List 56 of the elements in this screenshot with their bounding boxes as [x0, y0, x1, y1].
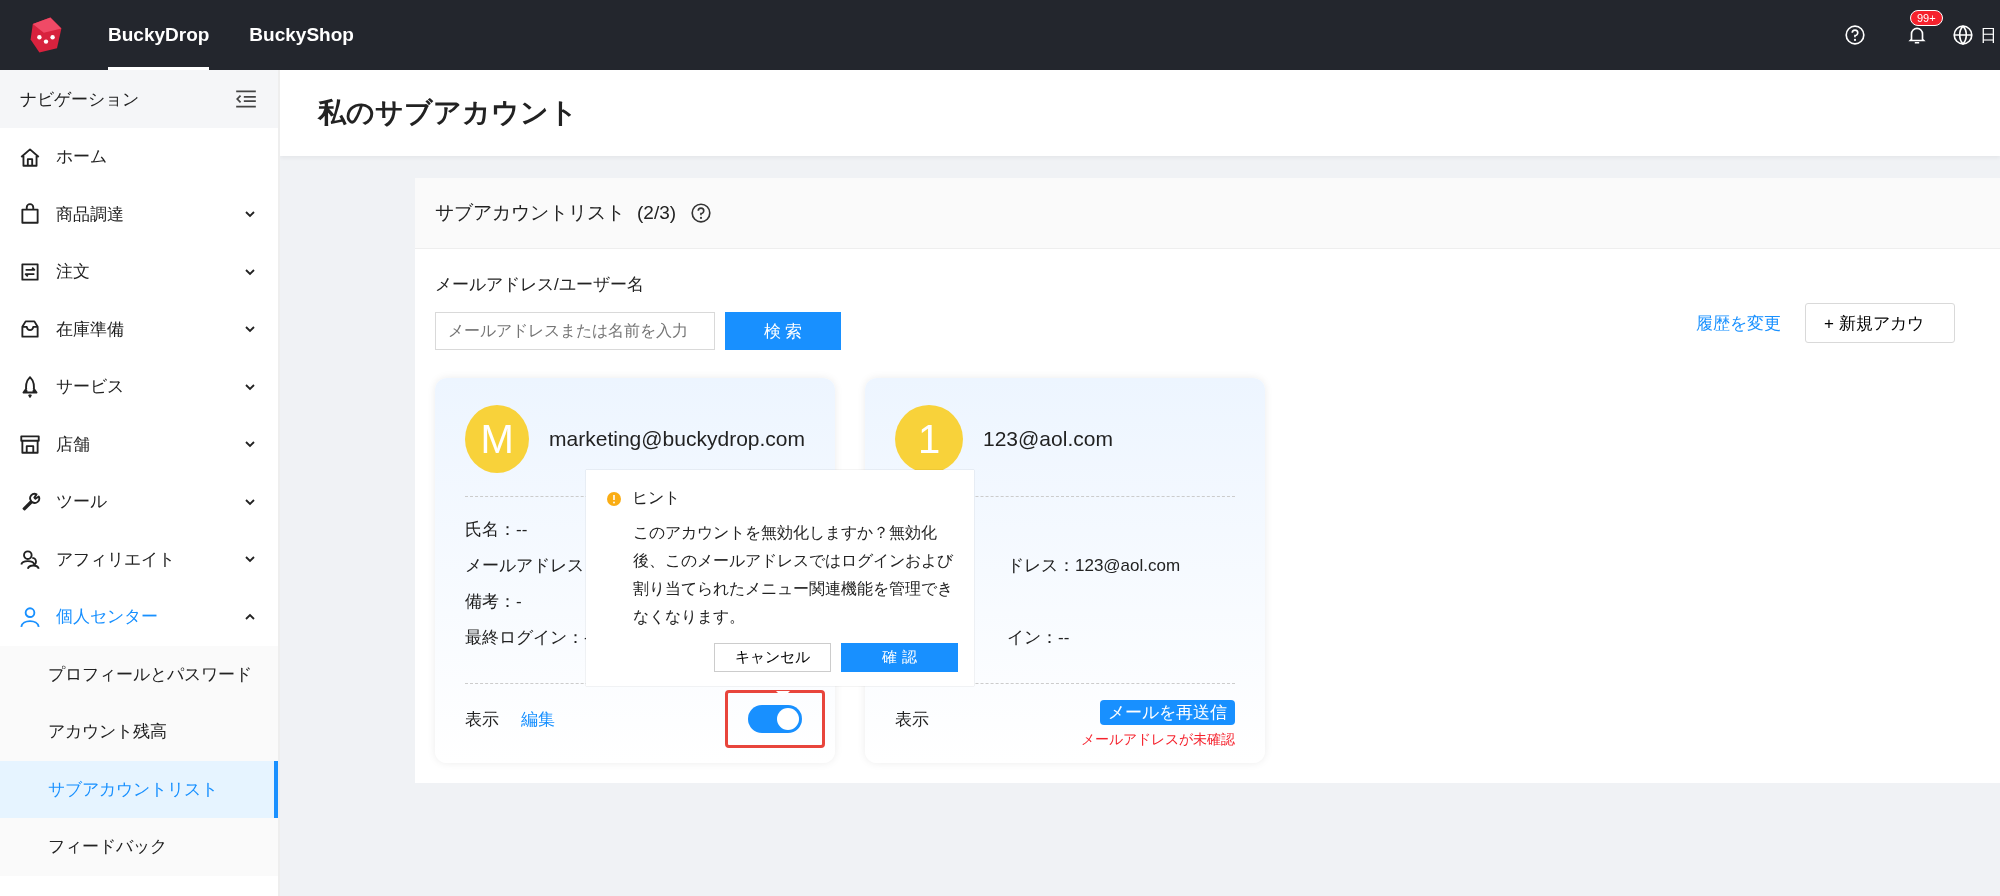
- sidebar-item[interactable]: 在庫準備: [0, 300, 278, 358]
- search-label: メールアドレス/ユーザー名: [435, 274, 645, 296]
- panel-title: サブアカウントリスト: [435, 201, 625, 225]
- sidebar-item[interactable]: 店舗: [0, 415, 278, 473]
- help-icon[interactable]: [690, 202, 713, 224]
- menu-item-icon: [18, 202, 42, 227]
- language-selector[interactable]: 日: [1980, 23, 2000, 47]
- globe-icon[interactable]: [1952, 24, 1974, 46]
- account-field: 氏名：--: [465, 517, 528, 541]
- sidebar-item[interactable]: 商品調達: [0, 185, 278, 243]
- account-field: 最終ログイン：-: [465, 625, 590, 649]
- help-icon[interactable]: [1844, 24, 1866, 46]
- chevron-icon: [244, 497, 256, 506]
- account-field: イン：--: [1007, 625, 1070, 649]
- account-field: 備考：-: [465, 589, 522, 613]
- view-link[interactable]: 表示: [895, 707, 929, 731]
- chevron-icon: [244, 325, 256, 334]
- account-field: ドレス：123@aol.com: [1007, 553, 1181, 577]
- chevron-icon: [244, 440, 256, 449]
- sidebar-title: ナビゲーション: [20, 88, 139, 111]
- chevron-icon: [244, 267, 256, 276]
- notification-badge: 99+: [1910, 10, 1943, 26]
- warning-icon: [606, 490, 622, 507]
- account-email: 123@aol.com: [983, 427, 1113, 451]
- menu-item-icon: [18, 547, 42, 572]
- view-link[interactable]: 表示: [465, 707, 499, 731]
- unverified-warning: メールアドレスが未確認: [1081, 730, 1235, 749]
- avatar: M: [465, 405, 530, 473]
- sidebar-subitem[interactable]: フィードバック: [0, 818, 278, 876]
- avatar: 1: [895, 405, 963, 473]
- popover-title: ヒント: [632, 488, 680, 508]
- sidebar-item[interactable]: ホーム: [0, 128, 278, 186]
- account-field: メールアドレス: [465, 553, 584, 577]
- popover-message: このアカウントを無効化しますか？無効化後、このメールアドレスではログインおよび割り当てられたメニュー関連機能を管理できなくなります。: [633, 523, 954, 627]
- chevron-icon: [244, 612, 256, 621]
- sidebar-item[interactable]: 注文: [0, 243, 278, 301]
- sidebar-subitem[interactable]: プロフィールとパスワード: [0, 645, 278, 703]
- chevron-icon: [244, 382, 256, 391]
- chevron-icon: [244, 210, 256, 219]
- sidebar-subitem[interactable]: アカウント残高: [0, 703, 278, 761]
- account-count: (2/3): [637, 202, 677, 224]
- popover-arrow: [776, 691, 790, 698]
- new-account-button[interactable]: + 新規アカウ: [1805, 303, 1955, 343]
- page-title: 私のサブアカウント: [318, 96, 578, 130]
- sidebar-item[interactable]: ツール: [0, 473, 278, 531]
- chevron-icon: [244, 555, 256, 564]
- top-nav-tab[interactable]: BuckyShop: [249, 0, 354, 70]
- toggle-switch[interactable]: [748, 705, 802, 733]
- search-field[interactable]: メールアドレスまたは名前を入力: [435, 312, 715, 350]
- sidebar-item[interactable]: アフィリエイト: [0, 530, 278, 588]
- menu-item-icon: [18, 432, 42, 457]
- cancel-button[interactable]: キャンセル: [714, 643, 831, 672]
- account-email: marketing@buckydrop.com: [549, 427, 805, 451]
- sidebar-item[interactable]: サービス: [0, 358, 278, 416]
- menu-item-icon: [18, 604, 42, 629]
- collapse-menu-icon[interactable]: [234, 89, 258, 109]
